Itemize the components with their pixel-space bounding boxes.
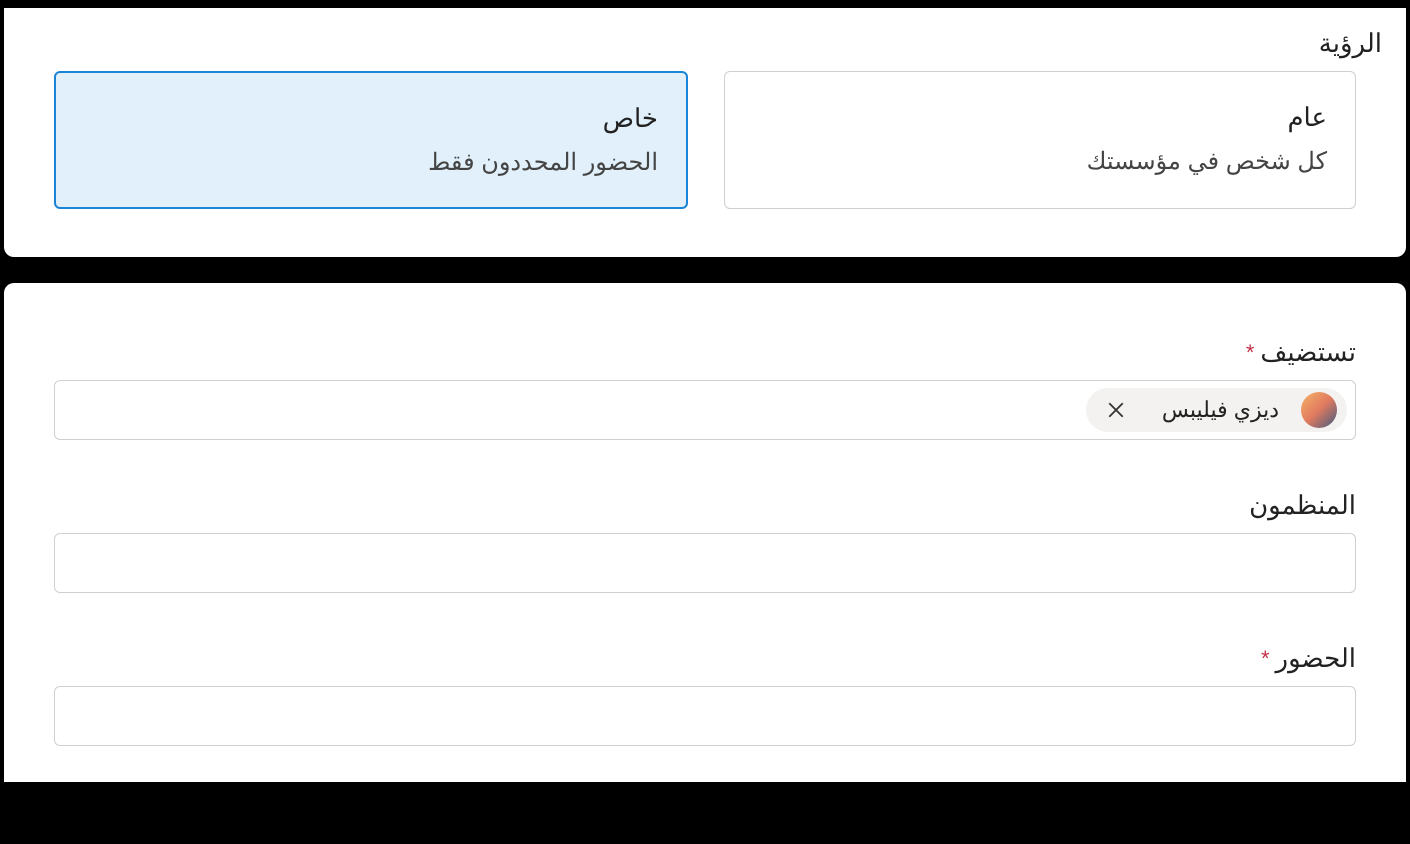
attendees-label-text: الحضور bbox=[1276, 643, 1356, 674]
attendees-field: الحضور * bbox=[28, 643, 1382, 746]
required-star-icon: * bbox=[1246, 340, 1255, 366]
avatar bbox=[1301, 392, 1337, 428]
host-chip-name: ديزي فيليبس bbox=[1152, 397, 1289, 423]
visibility-option-title: عام bbox=[753, 102, 1327, 133]
visibility-option-public[interactable]: عام كل شخص في مؤسستك bbox=[724, 71, 1356, 209]
visibility-option-title: خاص bbox=[84, 103, 658, 134]
hosts-label-text: تستضيف bbox=[1260, 337, 1356, 368]
attendees-label: الحضور * bbox=[54, 643, 1356, 674]
organizers-field: المنظمون bbox=[28, 490, 1382, 593]
organizers-label: المنظمون bbox=[54, 490, 1356, 521]
visibility-option-desc: كل شخص في مؤسستك bbox=[753, 147, 1327, 176]
visibility-section-label: الرؤية bbox=[28, 28, 1382, 59]
visibility-option-private[interactable]: خاص الحضور المحددون فقط bbox=[54, 71, 688, 209]
organizers-label-text: المنظمون bbox=[1249, 490, 1356, 521]
visibility-options-row: عام كل شخص في مؤسستك خاص الحضور المحددون… bbox=[28, 71, 1382, 209]
attendees-input[interactable] bbox=[54, 686, 1356, 746]
close-icon[interactable] bbox=[1092, 393, 1140, 427]
hosts-label: تستضيف * bbox=[54, 337, 1356, 368]
visibility-panel: الرؤية عام كل شخص في مؤسستك خاص الحضور ا… bbox=[4, 8, 1406, 257]
organizers-input[interactable] bbox=[54, 533, 1356, 593]
people-panel: تستضيف * ديزي فيليبس المنظمون الحضور bbox=[4, 283, 1406, 782]
required-star-icon: * bbox=[1261, 646, 1270, 672]
visibility-option-desc: الحضور المحددون فقط bbox=[84, 148, 658, 177]
hosts-field: تستضيف * ديزي فيليبس bbox=[28, 337, 1382, 440]
host-chip: ديزي فيليبس bbox=[1086, 388, 1347, 432]
hosts-input[interactable]: ديزي فيليبس bbox=[54, 380, 1356, 440]
